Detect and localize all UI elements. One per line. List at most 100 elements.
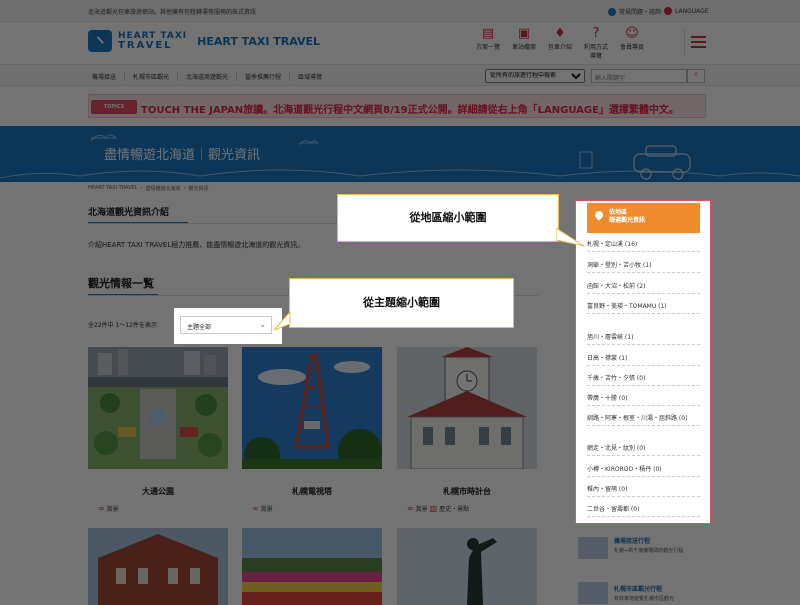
card-title-clock-tower[interactable]: 札幌市時計台 [397,486,537,497]
nav-items: 機場接送 札幌市區觀光 北海道周遊觀光 當季推薦行程 區域導覽 [88,72,330,81]
guide-icon: ? [592,26,600,41]
topics-bar[interactable]: TOPICS TOUCH THE JAPAN旅讀。北海道觀光行程中文網頁8/19… [88,94,706,118]
site-logo[interactable]: ヽ HEART TAXI TRAVEL HEART TAXI TRAVEL [88,30,320,52]
related-desc-sapporo: 有效率地遊覧札幌市區觀光 [614,596,675,602]
header-nav-label: 方案一覽 [475,44,500,51]
region-item[interactable]: 函館・大沼・松前 (2) [587,281,700,294]
map-pin-icon [593,209,605,221]
card-tags-tv-tower: ∞ 賞景 [252,504,273,513]
header-nav-area[interactable]: ▣ 車站檔案 [510,26,538,60]
region-item[interactable]: 二世谷・留壽都 (0) [587,504,700,517]
card-tag: 賞景 [260,506,273,513]
breadcrumb-sep: › [183,185,186,191]
region-item[interactable]: 旭川・層雲峽 (1) [587,332,700,345]
card-title-tv-tower[interactable]: 札幌電視塔 [242,486,382,497]
related-thumb-sapporo[interactable] [578,582,608,604]
binoculars-icon: ∞ [252,504,259,513]
related-thumb-airport[interactable] [578,537,608,559]
binoculars-icon: ∞ [98,504,105,513]
related-desc-airport: 札幌⇔新千歲機場間的觀光行程 [614,548,684,554]
region-item[interactable]: 稚內・留萌 (0) [587,484,700,497]
header-nav-label: 車站檔案 [511,44,536,51]
header-nav-plan-list[interactable]: ▤ 方案一覽 [474,26,502,60]
card-tag: 賞景 [415,506,428,513]
region-item[interactable]: 日高・襟裳 (1) [587,353,700,366]
region-item[interactable]: 洞爺・登別・苫小牧 (1) [587,260,700,273]
chevron-down-icon: ⌄ [259,320,266,329]
card-tags-odori: ∞ 賞景 [98,504,119,513]
related-title-sapporo[interactable]: 札幌市區觀光行程 [614,584,662,593]
list-heading: 觀光情報一覧 [88,277,154,290]
faq-link[interactable]: 常見問題・諮詢 [608,7,661,16]
language-link-label: LANGUAGE [675,7,709,15]
breadcrumb-sep: › [140,185,143,191]
page-title: 盡情暢遊北海道｜觀光資訊 [104,148,261,163]
brand-name: HEART TAXI TRAVEL [197,34,321,48]
landmark-icon: ▥ [429,504,438,513]
intro-text: 介紹HEART TAXI TRAVEL極力推薦、能盡情暢遊北海道的觀光資訊。 [88,241,305,249]
card-tag: 歷史・景點 [439,506,470,513]
region-item[interactable]: 小樽・KIROROO・積丹 (0) [587,464,700,477]
theme-filter-value: 主題全部 [187,324,212,331]
tour-icon: ♦ [554,26,566,41]
breadcrumb: HEART TAXI TRAVEL › 盡情暢遊北海道 › 觀光資訊 [88,185,209,192]
card-title-odori[interactable]: 大通公園 [88,486,228,497]
taxi-illustration-icon [579,145,691,180]
page: { "top_bar": { "left_text": "北海道觀光包車旅遊網站… [0,0,800,605]
intro-heading: 北海道觀光資訊介紹 [88,208,170,218]
member-icon: ☺ [625,26,639,41]
card-photo-clock-tower[interactable] [397,347,537,469]
nav-item-seasonal[interactable]: 當季推薦行程 [237,72,291,81]
card-photo-row2-3[interactable] [397,528,537,605]
region-item[interactable]: 帶廣・十勝 (0) [587,393,700,406]
card-tags-clock-tower: ∞ 賞景 ▥ 歷史・景點 [407,504,469,513]
logo-line2: TRAVEL [118,39,173,51]
search-icon[interactable]: ⌕ [687,69,705,83]
region-filter-panel-highlighted: 依地區 篩選觀光資訊 札幌・定山溪 (16) 洞爺・登別・苫小牧 (1) 函館・… [575,200,711,524]
breadcrumb-home[interactable]: HEART TAXI TRAVEL [88,185,137,192]
card-photo-tv-tower[interactable] [242,347,382,469]
region-item[interactable]: 網走・北見・紋別 (0) [587,443,700,456]
header-nav-member[interactable]: ☺ 會員專頁 [618,26,646,60]
region-filter-heading: 依地區 篩選觀光資訊 [587,203,700,233]
breadcrumb-enjoy[interactable]: 盡情暢遊北海道 [145,185,180,192]
region-callout-pointer-icon [556,227,585,247]
header-nav-guide[interactable]: ? 利用方式導覽 [582,26,610,60]
tour-category-select[interactable]: 從所有的旅遊行程中檢索 [485,69,585,83]
hamburger-menu-button[interactable] [684,28,712,56]
nav-item-area-guide[interactable]: 區域導覽 [290,72,330,81]
region-heading-line2: 篩選觀光資訊 [609,217,646,225]
card-photo-odori[interactable] [88,347,228,469]
nav-item-airport[interactable]: 機場接送 [88,72,126,81]
region-item[interactable]: 釧路・阿寒・根室・川湯・屈斜路 (0) [587,413,700,426]
header-nav-label: 利用方式導覽 [583,44,608,60]
region-item[interactable]: 札幌・定山溪 (16) [587,239,700,252]
card-photo-row2-2[interactable] [242,528,382,605]
search-input[interactable]: 輸入關鍵字 [591,69,687,83]
header-nav-tour[interactable]: ♦ 包車介紹 [546,26,574,60]
region-item[interactable]: 富良野・美瑛・TOMAMU (1) [587,301,700,314]
card-tag: 賞景 [106,506,119,513]
topics-text: TOUCH THE JAPAN旅讀。北海道觀光行程中文網頁8/19正式公開。詳細… [141,105,679,116]
theme-callout-pointer-icon [273,312,291,331]
header-icon-nav: ▤ 方案一覽 ▣ 車站檔案 ♦ 包車介紹 ? 利用方式導覽 ☺ 會員專頁 [474,26,646,60]
globe-icon [664,7,672,15]
header-nav-label: 包車介紹 [547,44,572,51]
topics-tag: TOPICS [91,100,137,114]
heart-logo-icon: ヽ [88,30,112,52]
top-strip-text: 北海道觀光包車旅遊網站。其他擁有包租轉運等服務的各式資訊 [88,9,257,16]
top-strip: 北海道觀光包車旅遊網站。其他擁有包租轉運等服務的各式資訊 常見問題・諮詢 LAN… [0,0,800,22]
logo-wordmark: HEART TAXI TRAVEL [118,31,187,51]
nav-item-sapporo[interactable]: 札幌市區觀光 [125,72,179,81]
result-count: 全22件中 1〜12件を表示 [88,322,157,329]
nav-item-hokkaido[interactable]: 北海道周遊觀光 [178,72,238,81]
area-icon: ▣ [517,26,531,41]
language-link[interactable]: LANGUAGE [664,7,709,15]
region-item[interactable]: 千歲・苫竹・夕張 (0) [587,373,700,386]
region-callout: 從地區縮小範圍 [337,194,559,242]
theme-filter-dropdown[interactable]: 主題全部 ⌄ [180,316,272,334]
card-photo-row2-1[interactable] [88,528,228,605]
plan-list-icon: ▤ [481,26,495,41]
header-nav-label: 會員專頁 [619,44,644,51]
related-title-airport[interactable]: 機場接送行程 [614,536,650,545]
